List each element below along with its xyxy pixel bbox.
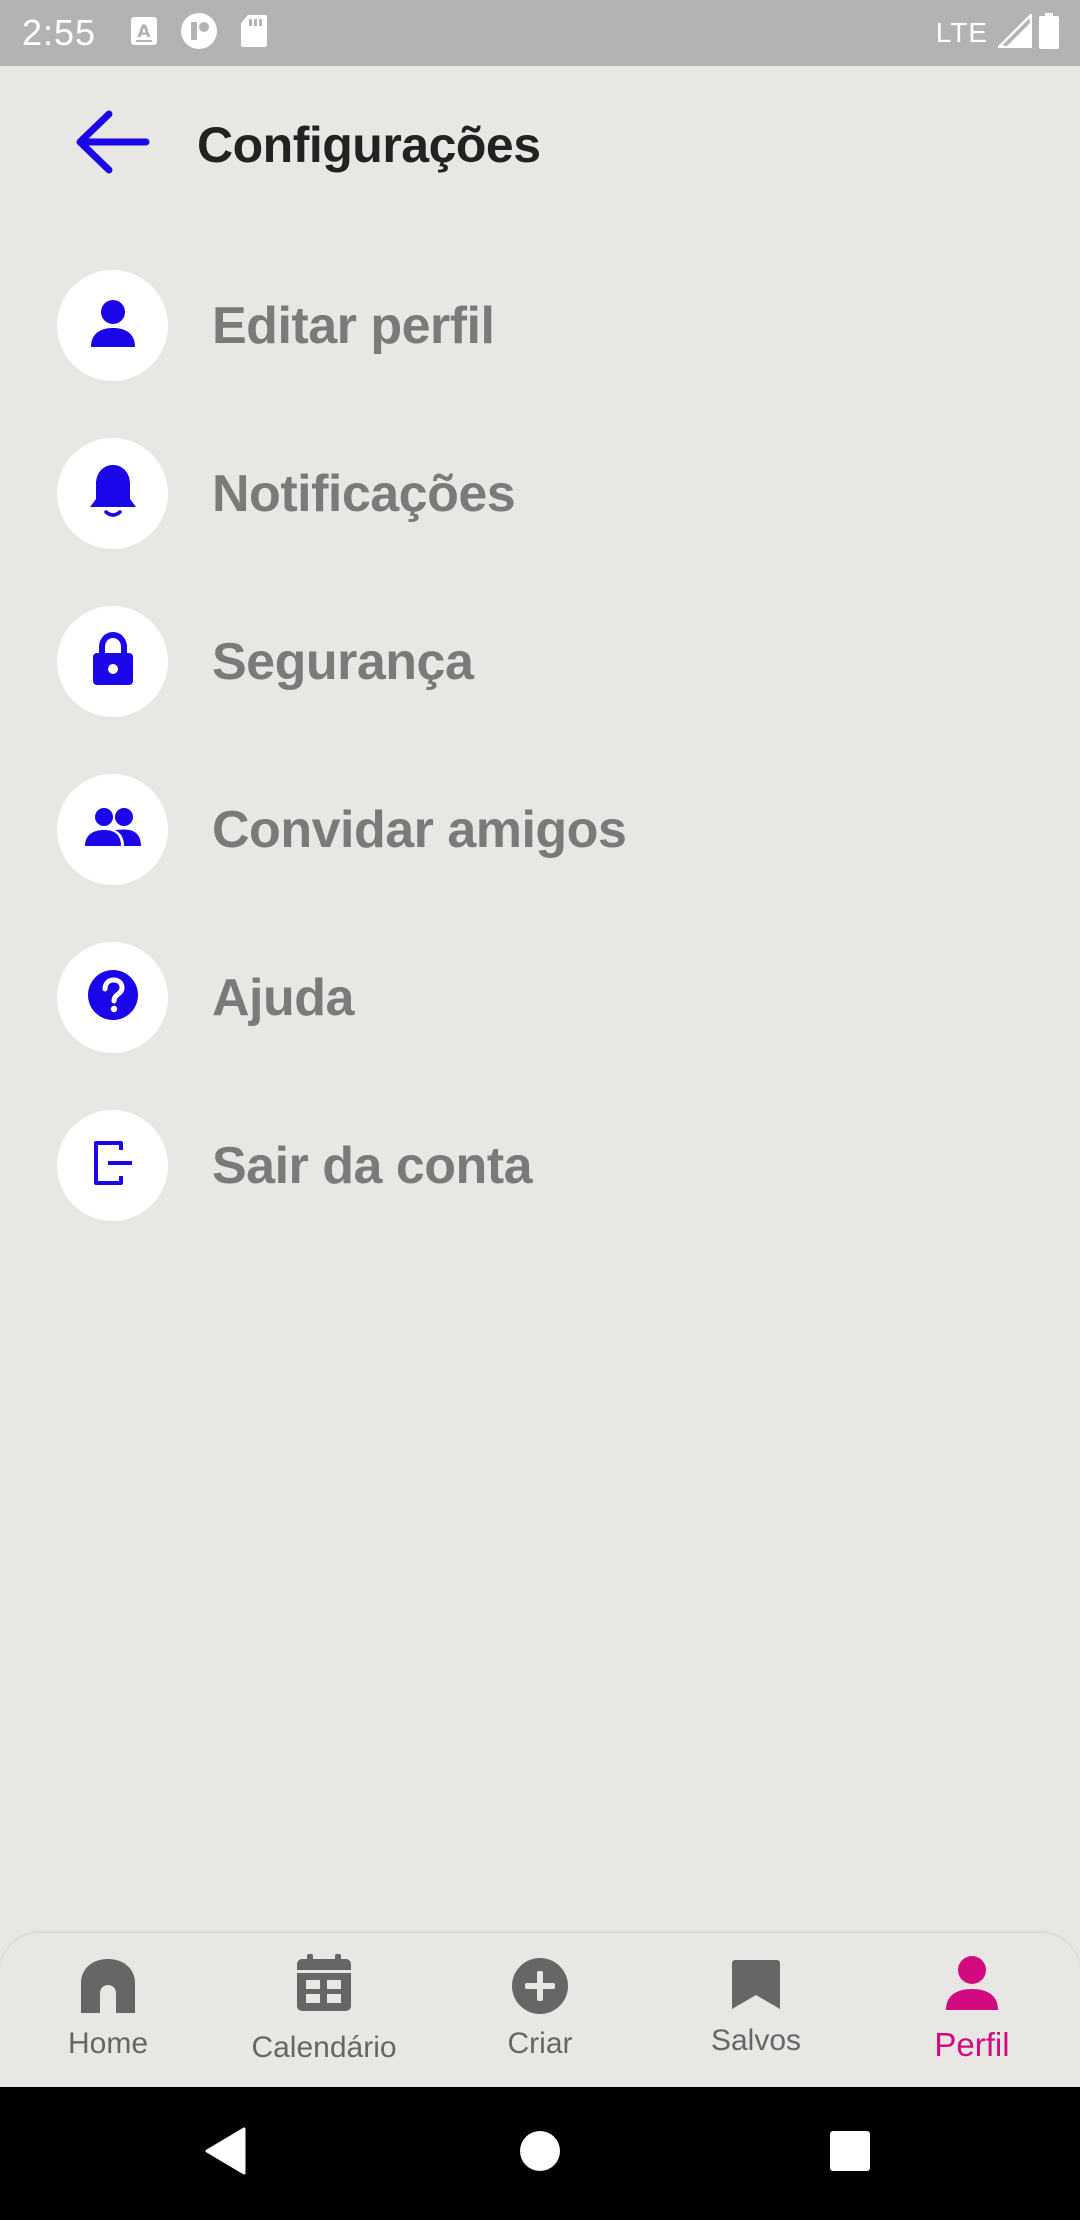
menu-icon-container — [57, 606, 168, 717]
lock-icon — [91, 631, 135, 691]
bell-icon — [87, 463, 139, 524]
menu-item-security[interactable]: Segurança — [0, 594, 1080, 762]
menu-icon-container — [57, 774, 168, 885]
cell-signal-icon — [995, 11, 1033, 53]
tab-create-label: Criar — [507, 2027, 573, 2060]
network-type: LTE — [935, 17, 988, 48]
tab-home[interactable]: Home — [0, 1933, 216, 2087]
home-icon — [78, 1957, 138, 2013]
people-icon — [84, 807, 142, 852]
back-triangle-icon — [204, 2127, 248, 2180]
person-icon — [87, 297, 139, 354]
menu-item-logout[interactable]: Sair da conta — [0, 1098, 1080, 1266]
tab-profile[interactable]: Perfil — [864, 1933, 1080, 2087]
tab-calendar[interactable]: Calendário — [216, 1933, 432, 2087]
menu-label-notifications: Notificações — [212, 465, 516, 523]
battery-icon — [1038, 12, 1060, 54]
sd-card-icon — [240, 14, 268, 53]
menu-label-help: Ajuda — [212, 969, 354, 1027]
calendar-icon — [295, 1953, 353, 2013]
person-icon — [944, 1955, 1000, 2011]
bookmark-icon — [731, 1959, 781, 2009]
tab-create[interactable]: Criar — [432, 1933, 648, 2087]
back-button[interactable] — [66, 104, 156, 184]
system-back-button[interactable] — [156, 2087, 296, 2220]
system-home-button[interactable] — [470, 2087, 610, 2220]
status-right-icons: LTE — [935, 11, 1060, 54]
app-notification-icon — [180, 12, 218, 55]
system-navigation-bar — [0, 2087, 1080, 2220]
menu-item-help[interactable]: Ajuda — [0, 930, 1080, 1098]
recents-square-icon — [828, 2129, 872, 2178]
tab-home-label: Home — [67, 2027, 149, 2060]
menu-label-logout: Sair da conta — [212, 1137, 533, 1195]
arrow-left-icon — [72, 109, 150, 180]
system-recents-button[interactable] — [780, 2087, 920, 2220]
settings-list: Editar perfil Notificações Segurança Con… — [0, 258, 1080, 1266]
menu-label-security: Segurança — [212, 633, 474, 691]
keyboard-a-icon: A — [130, 16, 158, 51]
bottom-navigation: Home Calendário Criar Salvos Perfil — [0, 1933, 1080, 2087]
menu-item-invite-friends[interactable]: Convidar amigos — [0, 762, 1080, 930]
status-bar: 2:55 A LTE — [0, 0, 1080, 66]
menu-label-edit-profile: Editar perfil — [212, 297, 495, 355]
tab-profile-label: Perfil — [934, 2026, 1010, 2063]
menu-icon-container — [57, 270, 168, 381]
logout-icon — [93, 1140, 133, 1191]
add-circle-icon — [511, 1957, 569, 2015]
status-time: 2:55 — [22, 12, 97, 53]
svg-text:A: A — [137, 22, 151, 42]
tab-calendar-label: Calendário — [251, 2031, 397, 2064]
help-circle-icon — [87, 969, 139, 1026]
menu-icon-container — [57, 1110, 168, 1221]
menu-icon-container — [57, 438, 168, 549]
menu-label-invite-friends: Convidar amigos — [212, 801, 627, 859]
menu-icon-container — [57, 942, 168, 1053]
tab-saved-label: Salvos — [710, 2024, 802, 2057]
menu-item-notifications[interactable]: Notificações — [0, 426, 1080, 594]
page-title: Configurações — [197, 117, 541, 173]
menu-item-edit-profile[interactable]: Editar perfil — [0, 258, 1080, 426]
home-circle-icon — [518, 2129, 562, 2178]
status-notification-icons: A — [130, 12, 268, 53]
tab-saved[interactable]: Salvos — [648, 1933, 864, 2087]
